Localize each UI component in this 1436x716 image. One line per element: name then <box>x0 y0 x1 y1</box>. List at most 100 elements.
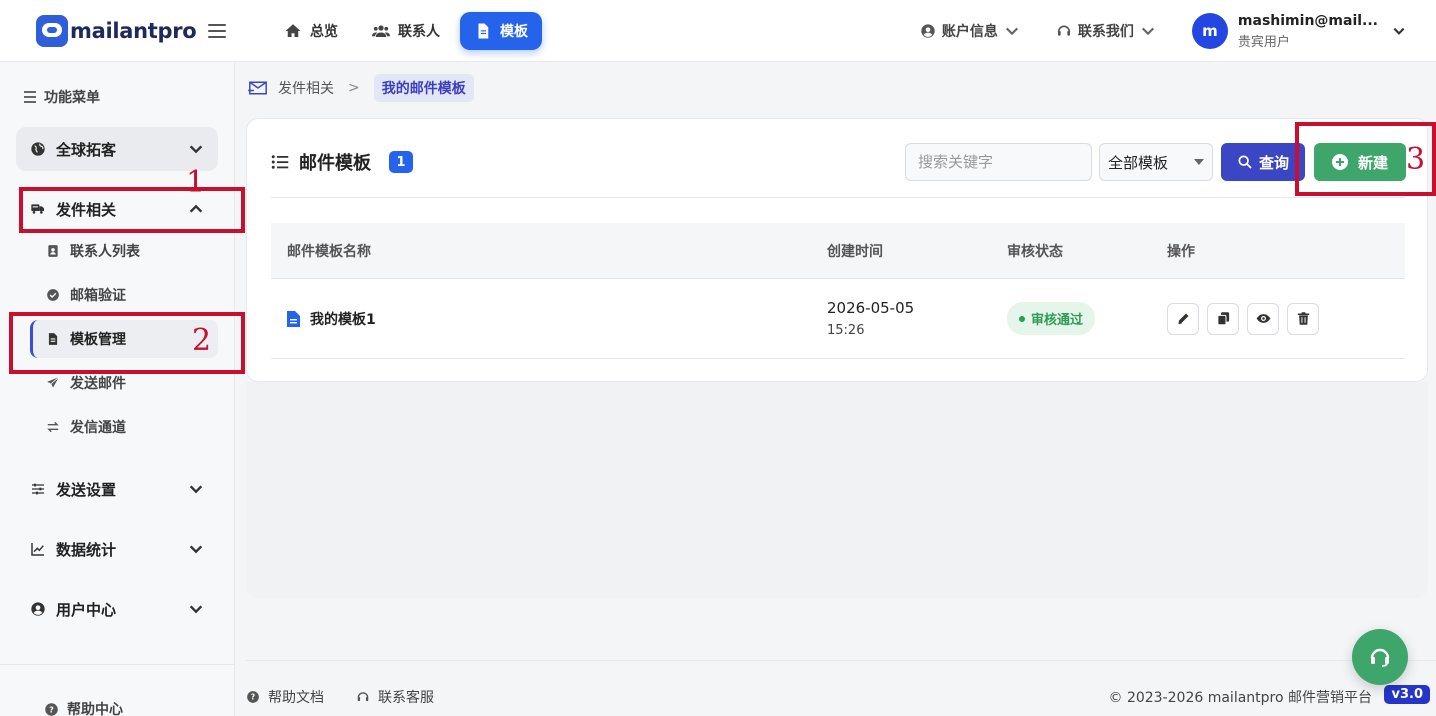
header-name: 邮件模板名称 <box>287 243 371 260</box>
header-created: 创建时间 <box>827 243 883 260</box>
chevron-up-icon <box>189 204 203 213</box>
chevron-down-icon <box>189 605 203 614</box>
question-circle-icon: ? <box>45 702 58 716</box>
sidebar-group-statistics[interactable]: 数据统计 <box>16 527 218 571</box>
file-icon <box>478 23 489 39</box>
card-divider <box>271 197 1405 198</box>
file-icon <box>287 310 300 327</box>
template-name[interactable]: 我的模板1 <box>287 309 827 329</box>
header-status: 审核状态 <box>1007 243 1063 260</box>
sliders-icon <box>32 483 44 495</box>
sidebar: 功能菜单 全球拓客 发件相关 联系人列表 邮箱验证 模板管理 发送邮件 发信通道… <box>0 63 235 716</box>
contact-us-menu[interactable]: 联系我们 <box>1056 21 1156 41</box>
eye-icon <box>1256 314 1270 323</box>
hamburger-menu-icon[interactable] <box>208 21 226 41</box>
chart-icon <box>31 543 44 556</box>
breadcrumb-current: 我的邮件模板 <box>373 74 474 102</box>
headset-icon <box>1370 648 1390 667</box>
list-icon <box>271 155 289 169</box>
template-card: 邮件模板 1 全部模板 查询 新建 邮件模板名称 创建时间 审核状态 操作 我的… <box>246 118 1428 382</box>
sidebar-footer: ? 帮助中心 <box>0 664 235 716</box>
chevron-down-icon <box>1005 27 1019 36</box>
query-button[interactable]: 查询 <box>1221 143 1305 181</box>
list-icon <box>24 91 36 103</box>
user-info[interactable]: mashimin@mail... 贵宾用户 <box>1238 13 1378 50</box>
preview-button[interactable] <box>1247 302 1279 335</box>
user-menu-chevron-icon[interactable] <box>1392 24 1406 38</box>
top-nav: 总览 联系人 模板 <box>270 12 542 50</box>
sidebar-item-contact-list[interactable]: 联系人列表 <box>30 232 218 270</box>
search-icon <box>1238 155 1252 169</box>
count-badge: 1 <box>389 151 413 173</box>
support-fab[interactable] <box>1352 629 1408 685</box>
logo[interactable]: mailantpro <box>36 14 197 48</box>
copyright: © 2023-2026 mailantpro 邮件营销平台 <box>1108 690 1373 706</box>
nav-overview[interactable]: 总览 <box>270 12 352 50</box>
user-circle-icon <box>921 24 935 38</box>
breadcrumb: 发件相关 > 我的邮件模板 <box>248 74 474 102</box>
user-email: mashimin@mail... <box>1237 12 1378 29</box>
question-circle-icon: ? <box>247 691 259 703</box>
delete-button[interactable] <box>1287 302 1319 335</box>
card-empty-area <box>246 382 1428 598</box>
breadcrumb-separator: > <box>348 80 360 96</box>
version-badge: v3.0 <box>1384 685 1430 704</box>
chevron-down-icon <box>189 545 203 554</box>
annotation-number-3: 3 <box>1406 142 1426 177</box>
chevron-down-icon <box>1141 27 1155 36</box>
user-role: 贵宾用户 <box>1237 34 1290 50</box>
table-row: 我的模板1 2026-05-05 15:26 审核通过 <box>271 279 1405 359</box>
status-dot-icon <box>1019 315 1025 322</box>
breadcrumb-parent[interactable]: 发件相关 <box>278 78 334 98</box>
sidebar-item-template-management[interactable]: 模板管理 <box>30 320 218 358</box>
support-link[interactable]: 联系客服 <box>356 687 434 707</box>
top-header: mailantpro 总览 联系人 模板 账户信息 联系我们 m mashimi… <box>0 0 1436 62</box>
check-circle-icon <box>47 289 59 301</box>
help-center-link[interactable]: ? 帮助中心 <box>44 699 123 716</box>
plus-circle-icon <box>1331 154 1348 170</box>
annotation-number-1: 1 <box>186 165 206 200</box>
annotation-number-2: 2 <box>192 323 212 358</box>
sidebar-item-channels[interactable]: 发信通道 <box>30 408 218 446</box>
nav-contacts[interactable]: 联系人 <box>358 12 454 50</box>
footer: ? 帮助文档 联系客服 © 2023-2026 mailantpro 邮件营销平… <box>246 660 1436 716</box>
logo-text: mailantpro <box>70 19 197 43</box>
trash-icon <box>1297 312 1309 325</box>
file-icon <box>48 333 58 345</box>
sidebar-item-send-email[interactable]: 发送邮件 <box>30 364 218 402</box>
svg-text:?: ? <box>251 693 255 702</box>
caret-down-icon <box>1194 159 1204 165</box>
header-actions: 操作 <box>1167 243 1195 260</box>
swap-icon <box>47 421 59 433</box>
sidebar-item-email-verify[interactable]: 邮箱验证 <box>30 276 218 314</box>
copy-button[interactable] <box>1207 302 1239 335</box>
chevron-down-icon <box>189 145 203 154</box>
users-icon <box>372 25 390 37</box>
home-icon <box>285 24 301 37</box>
logo-mascot-icon <box>36 15 68 47</box>
mail-send-icon <box>248 81 267 95</box>
edit-icon <box>1177 313 1188 325</box>
table-header: 邮件模板名称 创建时间 审核状态 操作 <box>271 223 1405 279</box>
nav-templates[interactable]: 模板 <box>460 12 542 50</box>
sidebar-group-user-center[interactable]: 用户中心 <box>16 587 218 631</box>
menu-title: 功能菜单 <box>24 87 100 107</box>
edit-button[interactable] <box>1167 302 1199 335</box>
template-filter-select[interactable]: 全部模板 <box>1099 143 1213 181</box>
card-title: 邮件模板 1 <box>271 149 413 175</box>
address-book-icon <box>48 245 58 257</box>
chevron-down-icon <box>189 485 203 494</box>
help-docs-link[interactable]: ? 帮助文档 <box>246 687 324 707</box>
paper-plane-icon <box>47 376 60 388</box>
new-template-button[interactable]: 新建 <box>1314 143 1406 181</box>
header-right: 账户信息 联系我们 m mashimin@mail... 贵宾用户 <box>920 10 1406 52</box>
headset-icon <box>1057 25 1071 36</box>
user-icon <box>31 602 45 616</box>
template-table: 邮件模板名称 创建时间 审核状态 操作 我的模板1 2026-05-05 15:… <box>271 223 1405 359</box>
mail-truck-icon <box>31 204 44 214</box>
sidebar-group-send-settings[interactable]: 发送设置 <box>16 467 218 511</box>
account-info-menu[interactable]: 账户信息 <box>920 21 1020 41</box>
copy-icon <box>1216 312 1229 326</box>
avatar[interactable]: m <box>1191 13 1228 49</box>
search-input[interactable] <box>905 143 1092 181</box>
